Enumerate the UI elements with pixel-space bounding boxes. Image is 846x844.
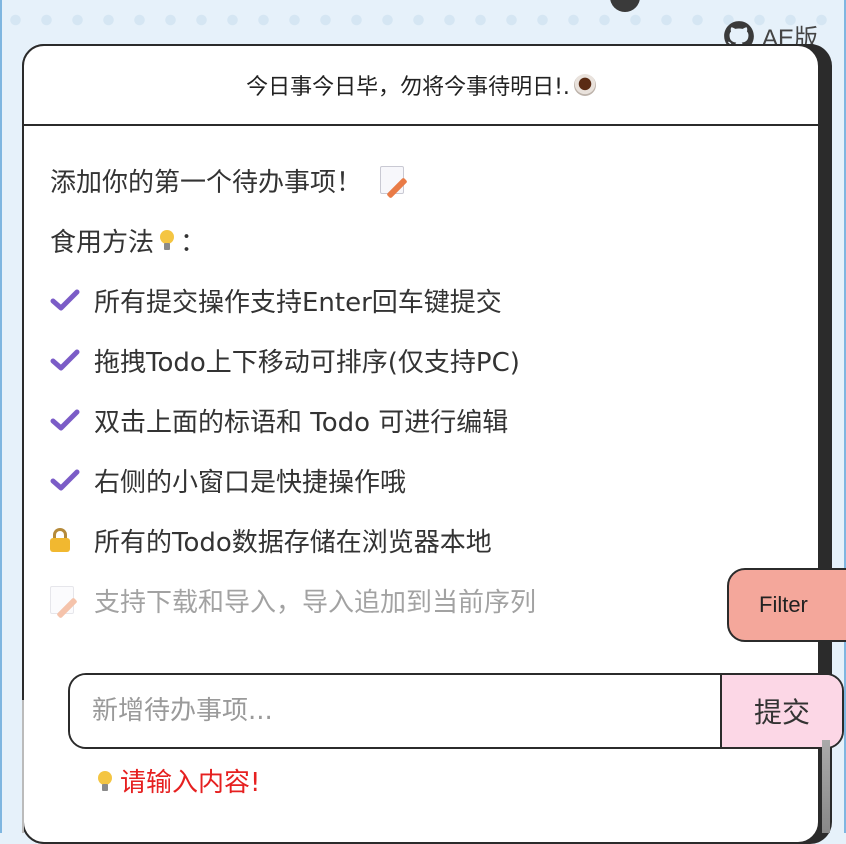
check-icon: [50, 469, 80, 491]
coffee-icon: [573, 74, 596, 96]
tip-item: 拖拽Todo上下移动可排序(仅支持PC): [50, 330, 806, 390]
tip-item: 双击上面的标语和 Todo 可进行编辑: [50, 390, 806, 450]
check-icon: [50, 289, 80, 311]
tip-text: 拖拽Todo上下移动可排序(仅支持PC): [94, 347, 520, 378]
add-todo-form: 提交: [68, 673, 844, 749]
warning-text: 请输入内容!: [120, 768, 261, 798]
page-border-left: [0, 0, 2, 833]
scrollbar[interactable]: [822, 740, 830, 833]
submit-button[interactable]: 提交: [720, 675, 842, 747]
filter-label: Filter: [759, 592, 808, 617]
usage-colon: ：: [180, 227, 207, 258]
check-icon: [50, 409, 80, 431]
tip-text: 所有提交操作支持Enter回车键提交: [94, 287, 502, 318]
input-warning: 请输入内容!: [98, 762, 260, 799]
memo-icon: [50, 586, 74, 614]
dotted-background: [0, 0, 846, 40]
tip-text: 支持下载和导入，导入追加到当前序列: [94, 587, 537, 618]
tip-item: 右侧的小窗口是快捷操作哦: [50, 450, 806, 510]
tip-item: 支持下载和导入，导入追加到当前序列: [50, 570, 806, 630]
card-left-edge: [22, 700, 24, 833]
lightbulb-icon: [160, 230, 175, 250]
tip-text: 双击上面的标语和 Todo 可进行编辑: [94, 407, 509, 438]
empty-title: 添加你的第一个待办事项！: [50, 167, 363, 198]
filter-button[interactable]: Filter: [727, 568, 846, 642]
tip-item: 所有的Todo数据存储在浏览器本地: [50, 510, 806, 570]
lock-icon: [50, 528, 70, 552]
tip-text: 右侧的小窗口是快捷操作哦: [94, 467, 407, 498]
lightbulb-icon: [98, 770, 112, 791]
motto-text[interactable]: 今日事今日毕，勿将今事待明日!.: [246, 69, 570, 101]
usage-label: 食用方法: [50, 227, 155, 258]
tip-text: 所有的Todo数据存储在浏览器本地: [94, 527, 492, 558]
empty-title-row: 添加你的第一个待办事项！: [50, 150, 806, 210]
motto-header[interactable]: 今日事今日毕，勿将今事待明日!.: [24, 46, 818, 126]
tip-item: 所有提交操作支持Enter回车键提交: [50, 270, 806, 330]
empty-state: 添加你的第一个待办事项！ 食用方法 ： 所有提交操作支持Enter回车键提交 拖…: [50, 150, 806, 630]
memo-icon: [380, 166, 405, 194]
check-icon: [50, 349, 80, 371]
new-todo-input[interactable]: [70, 675, 720, 747]
usage-row: 食用方法 ：: [50, 210, 806, 270]
